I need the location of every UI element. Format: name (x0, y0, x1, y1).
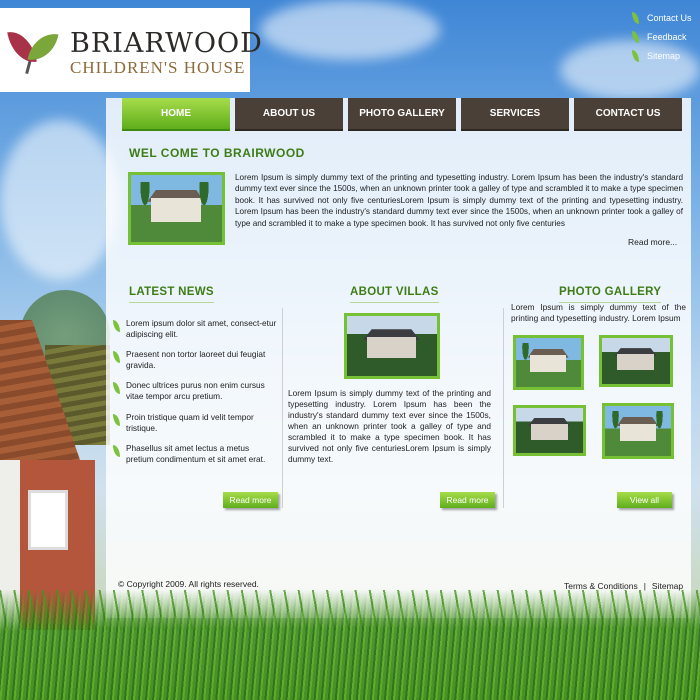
latest-news-title: LATEST NEWS (129, 286, 214, 303)
column-divider (503, 308, 504, 508)
leaf-bullet-icon (113, 444, 120, 457)
palm-tree (194, 181, 213, 222)
news-item-text: Praesent non tortor laoreet dui feugiat … (126, 349, 266, 371)
building (616, 354, 655, 371)
top-link-label: Sitemap (647, 50, 681, 61)
news-item[interactable]: Donec ultrices purus non enim cursus vit… (113, 380, 278, 402)
leaf-bullet-icon (632, 49, 639, 62)
leaf-bullet-icon (113, 320, 120, 332)
news-list: Lorem ipsum dolor sit amet, consect-etur… (113, 318, 278, 474)
news-item-text: Proin tristique quam id velit tempor tri… (126, 411, 254, 433)
house-window (28, 490, 68, 550)
news-item[interactable]: Praesent non tortor laoreet dui feugiat … (113, 349, 278, 371)
photo-gallery-text: Lorem Ipsum is simply dummy text of the … (511, 302, 686, 323)
welcome-text: Lorem Ipsum is simply dummy text of the … (235, 173, 683, 228)
news-item[interactable]: Lorem ipsum dolor sit amet, consect-etur… (113, 318, 278, 340)
main-nav: HOME ABOUT US PHOTO GALLERY SERVICES CON… (122, 98, 682, 131)
title-underline (350, 302, 439, 303)
view-all-button[interactable]: View all (617, 492, 672, 508)
nav-about-us[interactable]: ABOUT US (235, 98, 343, 131)
welcome-read-more-link[interactable]: Read more... (628, 237, 677, 247)
gallery-thumbnail[interactable] (599, 335, 673, 387)
top-links: Contact Us Feedback Sitemap (632, 8, 700, 65)
gallery-thumbnail[interactable] (602, 403, 674, 459)
top-link-label: Feedback (647, 31, 687, 42)
latest-news-title-text: LATEST NEWS (129, 286, 214, 298)
leaf-bullet-icon (113, 351, 120, 364)
building (619, 423, 656, 441)
logo-title: BRIARWOOD (70, 28, 263, 59)
top-link-contact[interactable]: Contact Us (632, 8, 700, 27)
villas-read-more-button[interactable]: Read more (440, 492, 495, 508)
photo-gallery-title-text: PHOTO GALLERY (559, 286, 662, 298)
nav-services[interactable]: SERVICES (461, 98, 569, 131)
logo[interactable]: BRIARWOOD CHILDREN'S HOUSE (0, 8, 262, 92)
palm-tree (652, 411, 666, 441)
news-item[interactable]: Proin tristique quam id velit tempor tri… (113, 412, 278, 434)
top-link-sitemap[interactable]: Sitemap (632, 46, 700, 65)
about-villas-title-text: ABOUT VILLAS (350, 286, 439, 298)
photo-gallery-title: PHOTO GALLERY (559, 286, 662, 303)
cloud (0, 120, 120, 280)
building (366, 337, 417, 358)
news-item-text: Donec ultrices purus non enim cursus vit… (126, 380, 265, 402)
logo-leaf-icon (27, 29, 59, 65)
about-villas-text: Lorem Ipsum is simply dummy text of the … (288, 388, 491, 464)
news-item[interactable]: Phasellus sit amet lectus a metus pretiu… (113, 443, 278, 465)
gallery-thumbnail[interactable] (513, 335, 584, 390)
leaf-bullet-icon (632, 11, 639, 24)
news-item-text: Lorem ipsum dolor sit amet, consect-etur… (126, 318, 277, 339)
logo-subtitle: CHILDREN'S HOUSE (70, 58, 246, 77)
column-divider (282, 308, 283, 508)
villa-photo (344, 313, 440, 379)
gallery-thumbnail[interactable] (513, 405, 586, 456)
news-read-more-button[interactable]: Read more (223, 492, 278, 508)
building (530, 355, 567, 373)
about-villas-title: ABOUT VILLAS (350, 286, 439, 303)
building (151, 198, 202, 222)
background-house (0, 310, 110, 630)
nav-home[interactable]: HOME (122, 98, 230, 131)
welcome-title: WEL COME TO BRAIRWOOD (129, 146, 305, 160)
leaf-bullet-icon (632, 30, 639, 43)
copyright: © Copyright 2009. All rights reserved. (118, 579, 259, 589)
leaf-bullet-icon (113, 382, 120, 395)
main-panel: HOME ABOUT US PHOTO GALLERY SERVICES CON… (106, 98, 691, 618)
welcome-photo (128, 172, 225, 245)
cloud (260, 0, 440, 60)
top-link-feedback[interactable]: Feedback (632, 27, 700, 46)
nav-photo-gallery[interactable]: PHOTO GALLERY (348, 98, 456, 131)
top-link-label: Contact Us (647, 12, 692, 23)
grass (0, 590, 700, 700)
title-underline (129, 302, 214, 303)
leaf-bullet-icon (113, 413, 120, 426)
news-item-text: Phasellus sit amet lectus a metus pretiu… (126, 442, 266, 464)
nav-contact-us[interactable]: CONTACT US (574, 98, 682, 131)
building (530, 423, 568, 440)
